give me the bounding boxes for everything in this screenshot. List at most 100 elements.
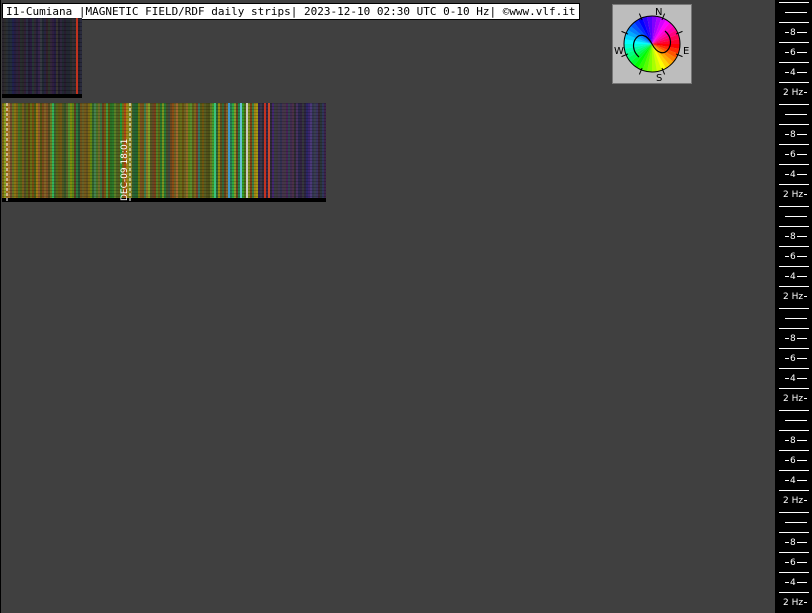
spectrogram-cell xyxy=(2,184,326,185)
scale-tick-line xyxy=(779,532,809,533)
scale-tick-line xyxy=(779,552,809,553)
scale-tick-label: 8 xyxy=(789,436,797,446)
spectrogram-cell xyxy=(2,160,326,161)
spectrogram-cell xyxy=(2,62,82,63)
spectrogram-cell xyxy=(2,90,82,91)
scale-tick-line xyxy=(785,522,807,523)
spectrogram-cell xyxy=(2,157,326,158)
scale-tick-line xyxy=(785,12,807,13)
spectrogram-cell xyxy=(2,112,326,113)
scale-tick-label: 4 xyxy=(789,170,797,180)
spectrogram-cell xyxy=(268,103,270,200)
scale-tick-line xyxy=(779,490,809,491)
scale-tick-label: 8 xyxy=(789,334,797,344)
spectrogram-strip-main: DEC-09 18:01 xyxy=(2,103,326,202)
spectrogram-cell xyxy=(2,139,326,140)
spectrogram-cell xyxy=(2,66,82,67)
scale-tick-line xyxy=(779,246,809,247)
spectrogram-cell xyxy=(2,26,82,27)
scale-tick-line xyxy=(779,348,809,349)
scale-tick-line xyxy=(779,184,809,185)
scale-tick-label: 8 xyxy=(789,232,797,242)
time-marker-label: DEC-09 18:01 xyxy=(120,138,130,201)
spectrogram-cell xyxy=(2,190,326,191)
scale-tick-line xyxy=(779,42,809,43)
scale-tick-line xyxy=(785,114,807,115)
scale-tick-label: 4 xyxy=(789,476,797,486)
scale-tick-line xyxy=(779,572,809,573)
scale-tick-line xyxy=(779,512,809,513)
spectrogram-cell xyxy=(2,133,326,134)
spectrogram-cell xyxy=(2,42,82,43)
scale-tick-line xyxy=(785,420,807,421)
scale-tick-line xyxy=(779,2,809,3)
spectrogram-cell xyxy=(2,181,326,182)
scale-tick-line xyxy=(779,164,809,165)
scale-tick-line xyxy=(779,226,809,227)
frequency-scale-block: 8 6 4 2 Hz xyxy=(775,0,812,98)
spectrogram-cell xyxy=(76,18,78,98)
scale-tick-line xyxy=(779,82,809,83)
spectrogram-cell xyxy=(2,86,82,87)
scale-tick-line xyxy=(779,368,809,369)
spectrogram-cell xyxy=(2,175,326,176)
spectrogram-cell xyxy=(2,121,326,122)
scale-tick-line xyxy=(779,388,809,389)
spectrogram-cell xyxy=(2,148,326,149)
scale-tick-line xyxy=(779,592,809,593)
spectrogram-cell xyxy=(2,187,326,188)
spectrogram-strip-main-canvas xyxy=(2,103,326,202)
spectrogram-cell xyxy=(2,196,326,197)
scale-tick-line xyxy=(779,124,809,125)
spectrogram-cell xyxy=(2,166,326,167)
spectrogram-cell xyxy=(2,103,326,104)
spectrogram-cell xyxy=(2,22,82,23)
page-title: I1-Cumiana |MAGNETIC FIELD/RDF daily str… xyxy=(2,3,580,20)
scale-tick-label: 6 xyxy=(789,252,797,262)
spectrogram-cell xyxy=(2,106,326,107)
scale-tick-label: 2 Hz xyxy=(782,394,805,404)
scale-tick-label: 2 Hz xyxy=(782,88,805,98)
scale-tick-label: 4 xyxy=(789,68,797,78)
scale-tick-label: 6 xyxy=(789,456,797,466)
spectrogram-cell xyxy=(2,198,326,202)
spectrogram-cell xyxy=(2,58,82,59)
scale-tick-label: 8 xyxy=(789,130,797,140)
spectrogram-cell xyxy=(264,103,266,200)
scale-tick-line xyxy=(779,450,809,451)
spectrogram-cell xyxy=(2,118,326,119)
spectrogram-cell xyxy=(2,172,326,173)
scale-tick-label: 2 Hz xyxy=(782,598,805,608)
scale-tick-line xyxy=(779,470,809,471)
compass-north-label: N xyxy=(655,7,663,18)
spectrogram-cell xyxy=(2,30,82,31)
spectrogram-cell xyxy=(2,124,326,125)
scale-tick-label: 8 xyxy=(789,538,797,548)
scale-tick-line xyxy=(779,410,809,411)
scale-tick-label: 8 xyxy=(789,28,797,38)
spectrogram-cell xyxy=(2,94,82,98)
scale-tick-label: 4 xyxy=(789,578,797,588)
scale-tick-line xyxy=(779,62,809,63)
scale-tick-label: 2 Hz xyxy=(782,496,805,506)
spectrogram-cell xyxy=(2,142,326,143)
scale-tick-label: 6 xyxy=(789,558,797,568)
color-wheel-icon xyxy=(621,13,683,75)
frequency-scale-panel: 8 6 4 2 Hz 8 6 4 2 Hz 8 6 4 2 Hz 8 6 4 2 Hz 8 6 4 2 Hz 8 6 4 2 … xyxy=(775,0,812,613)
frequency-scale-block: 8 6 4 2 Hz xyxy=(775,408,812,506)
frequency-scale-block: 8 6 4 2 Hz xyxy=(775,204,812,302)
spectrogram-cell xyxy=(2,50,82,51)
page-frame xyxy=(0,0,812,613)
scale-tick-line xyxy=(779,266,809,267)
compass-south-label: S xyxy=(656,73,663,84)
scale-tick-label: 4 xyxy=(789,272,797,282)
spectrogram-cell xyxy=(2,70,82,71)
spectrogram-cell xyxy=(2,38,82,39)
scale-tick-line xyxy=(779,308,809,309)
spectrogram-cell xyxy=(2,193,326,194)
spectrogram-cell xyxy=(2,163,326,164)
frequency-scale-block: 8 6 4 2 Hz xyxy=(775,510,812,608)
scale-tick-line xyxy=(785,216,807,217)
spectrogram-cell xyxy=(2,136,326,137)
spectrogram-cell xyxy=(2,74,82,75)
